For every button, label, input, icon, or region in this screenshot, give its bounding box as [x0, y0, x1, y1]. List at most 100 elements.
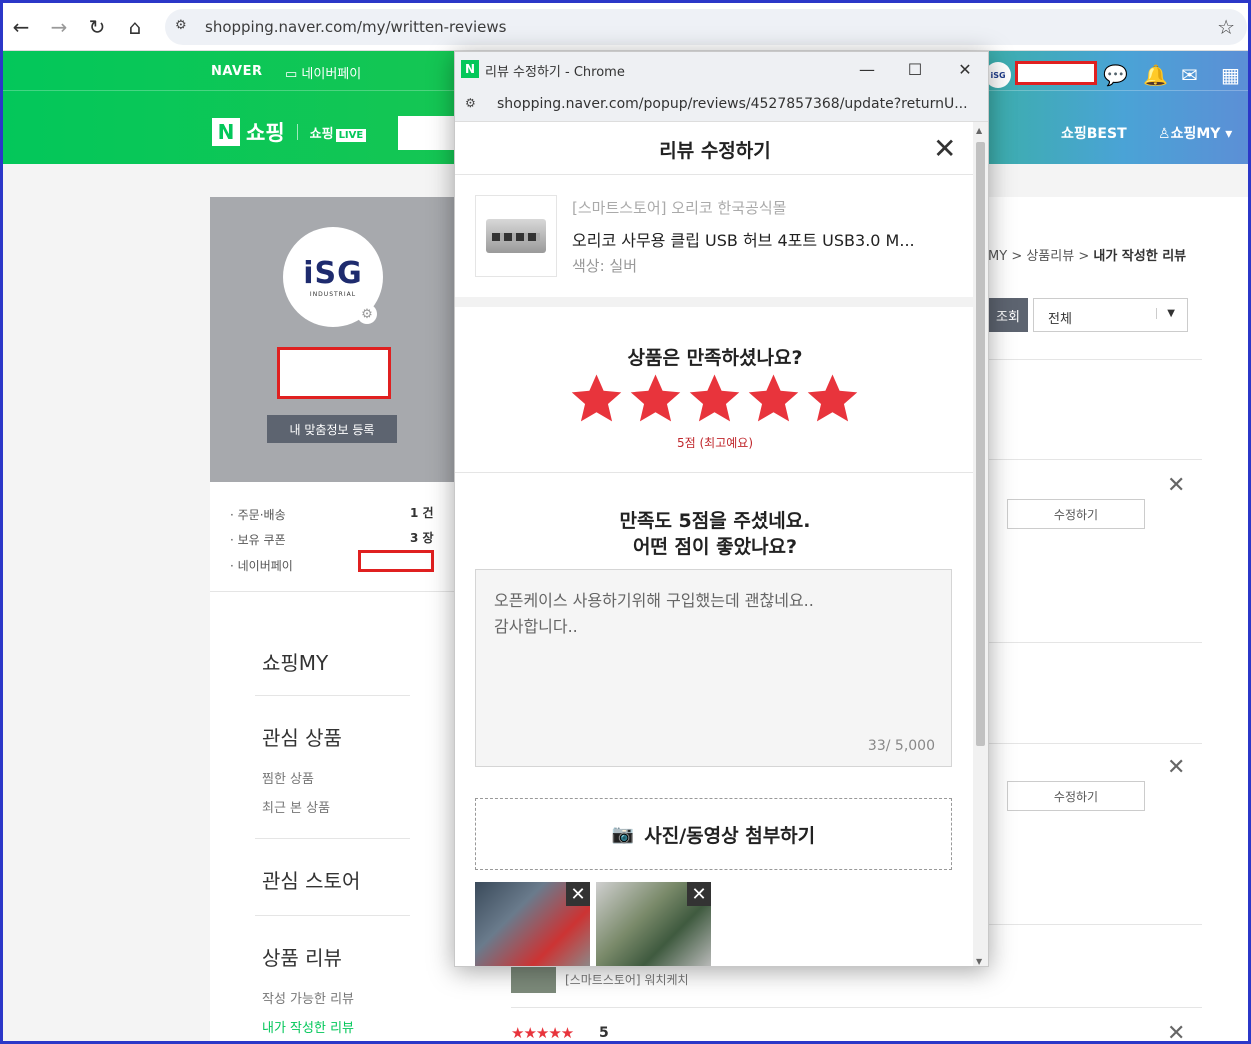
- redacted-npay-value: [358, 550, 434, 572]
- edit-review-button[interactable]: 수정하기: [1007, 781, 1145, 811]
- divider: [988, 743, 1202, 744]
- breadcrumb-reviews[interactable]: 상품리뷰: [1026, 249, 1074, 264]
- menu-recent-products[interactable]: 최근 본 상품: [262, 797, 330, 816]
- npay-label: 네이버페이: [301, 67, 362, 82]
- attach-media-button[interactable]: 📷 사진/동영상 첨부하기: [475, 798, 952, 870]
- review-store-name[interactable]: [스마트스토어] 워치케치: [565, 971, 689, 988]
- scroll-up-icon[interactable]: ▲: [976, 126, 982, 135]
- n-logo-icon: N: [212, 118, 240, 146]
- menu-divider: [255, 915, 410, 916]
- filter-select[interactable]: 전체 ▼: [1033, 298, 1188, 332]
- home-icon[interactable]: ⌂: [121, 13, 149, 41]
- npay-link[interactable]: ▭ 네이버페이: [285, 63, 361, 82]
- menu-written-reviews[interactable]: 내가 작성한 리뷰: [262, 1017, 354, 1036]
- review-header: 리뷰 수정하기 ✕: [455, 122, 975, 175]
- search-input[interactable]: [398, 116, 458, 150]
- shopping-best-link[interactable]: 쇼핑BEST: [1061, 123, 1127, 143]
- review-text[interactable]: 오픈케이스 사용하기위해 구입했는데 괜찮네요.. 감사합니다..: [494, 588, 814, 640]
- stat-orders-label[interactable]: · 주문·배송: [230, 506, 286, 523]
- breadcrumb-my[interactable]: MY: [988, 249, 1007, 264]
- settings-gear-icon[interactable]: ⚙: [357, 304, 377, 324]
- minimize-icon[interactable]: —: [855, 57, 879, 81]
- stat-coupons-value[interactable]: 3 장: [410, 529, 434, 546]
- url-text[interactable]: shopping.naver.com/my/written-reviews: [205, 18, 506, 36]
- chat-icon[interactable]: 💬: [1103, 63, 1128, 87]
- shopping-my-link[interactable]: ♙쇼핑MY ▾: [1158, 123, 1232, 143]
- popup-scrollbar[interactable]: ▲ ▼: [973, 122, 988, 966]
- chevron-right-icon: >: [1078, 249, 1094, 264]
- reload-icon[interactable]: ↻: [83, 13, 111, 41]
- star-icon[interactable]: [628, 371, 683, 426]
- score-text: 5점 (최고예요): [676, 436, 753, 450]
- remove-photo-icon[interactable]: ✕: [687, 882, 711, 906]
- delete-review-icon[interactable]: ✕: [1167, 1021, 1185, 1041]
- inquire-button[interactable]: 조회: [988, 298, 1028, 332]
- site-info-icon[interactable]: ⚙: [175, 18, 193, 36]
- maximize-icon[interactable]: ☐: [903, 57, 927, 81]
- review-thumbnail[interactable]: [511, 965, 556, 993]
- delete-review-icon[interactable]: ✕: [1167, 473, 1185, 498]
- star-icon[interactable]: [805, 371, 860, 426]
- scrollbar-thumb[interactable]: [976, 142, 985, 746]
- divider: [988, 459, 1202, 460]
- menu-writable-reviews[interactable]: 작성 가능한 리뷰: [262, 988, 354, 1007]
- product-thumbnail: [475, 195, 557, 277]
- breadcrumb: MY > 상품리뷰 > 내가 작성한 리뷰: [988, 245, 1186, 264]
- star-rating[interactable]: [569, 371, 860, 426]
- delete-review-icon[interactable]: ✕: [1167, 755, 1185, 780]
- mail-icon[interactable]: ✉: [1181, 63, 1198, 87]
- review-text-line1: 오픈케이스 사용하기위해 구입했는데 괜찮네요..: [494, 591, 814, 610]
- sidebar-menu: 쇼핑MY 관심 상품 찜한 상품 최근 본 상품 관심 스토어 상품 리뷰 작성…: [210, 592, 455, 1041]
- shopping-logo[interactable]: N 쇼핑 쇼핑 LIVE: [212, 118, 367, 146]
- shopping-live-link[interactable]: 쇼핑 LIVE: [310, 123, 367, 142]
- bookmark-star-icon[interactable]: ☆: [1217, 15, 1235, 39]
- back-icon[interactable]: ←: [7, 13, 35, 41]
- site-info-icon[interactable]: ⚙: [465, 96, 476, 110]
- scroll-down-icon[interactable]: ▼: [976, 957, 982, 966]
- menu-divider: [255, 695, 410, 696]
- close-icon[interactable]: ✕: [933, 132, 956, 165]
- menu-shopping-my[interactable]: 쇼핑MY: [262, 647, 328, 676]
- star-icon[interactable]: [569, 371, 624, 426]
- divider: [511, 1007, 1202, 1008]
- apps-grid-icon[interactable]: ▦: [1221, 63, 1240, 87]
- shopping-text: 쇼핑: [246, 121, 285, 145]
- product-option: 색상: 실버: [572, 257, 638, 275]
- menu-product-review[interactable]: 상품 리뷰: [262, 942, 342, 971]
- edit-review-button[interactable]: 수정하기: [1007, 499, 1145, 529]
- popup-url-text[interactable]: shopping.naver.com/popup/reviews/4527857…: [497, 96, 968, 112]
- stat-npay-label[interactable]: · 네이버페이: [230, 557, 293, 574]
- close-window-icon[interactable]: ✕: [953, 57, 977, 81]
- profile-card: iSG INDUSTRIAL ⚙ 내 맞춤정보 등록: [210, 197, 455, 482]
- forward-icon[interactable]: →: [45, 13, 73, 41]
- char-max: / 5,000: [885, 738, 935, 754]
- redacted-username: [1015, 61, 1097, 85]
- review-textarea[interactable]: 오픈케이스 사용하기위해 구입했는데 괜찮네요.. 감사합니다.. 33/ 5,…: [475, 569, 952, 767]
- popup-body: 리뷰 수정하기 ✕ [스마트스토어] 오리코 한국공식몰 오리코 사무용 클립 …: [455, 122, 975, 966]
- review-heading: 리뷰 수정하기: [659, 140, 771, 162]
- stat-orders-value[interactable]: 1 건: [410, 504, 434, 521]
- shopping-live-text: 쇼핑: [309, 126, 334, 142]
- star-icon[interactable]: [746, 371, 801, 426]
- popup-titlebar[interactable]: N 리뷰 수정하기 - Chrome — ☐ ✕: [455, 52, 988, 86]
- address-bar[interactable]: ⚙ shopping.naver.com/my/written-reviews …: [165, 9, 1247, 45]
- star-icon[interactable]: [687, 371, 742, 426]
- stat-coupons-label[interactable]: · 보유 쿠폰: [230, 531, 286, 548]
- live-badge: LIVE: [335, 128, 367, 142]
- product-store: [스마트스토어] 오리코 한국공식몰: [572, 199, 787, 217]
- divider: [296, 124, 298, 140]
- bell-icon[interactable]: 🔔: [1143, 63, 1168, 87]
- naver-logo[interactable]: NAVER: [211, 64, 263, 79]
- remove-photo-icon[interactable]: ✕: [566, 882, 590, 906]
- menu-interest-products[interactable]: 관심 상품: [262, 722, 342, 751]
- comment-question: 만족도 5점을 주셨네요. 어떤 점이 좋았나요?: [455, 508, 975, 560]
- review-text-line2: 감사합니다..: [494, 617, 578, 636]
- attached-photo-1[interactable]: ✕: [475, 882, 590, 966]
- menu-wished-products[interactable]: 찜한 상품: [262, 768, 314, 787]
- attached-photo-2[interactable]: ✕: [596, 882, 711, 966]
- custom-info-button[interactable]: 내 맞춤정보 등록: [267, 415, 397, 443]
- rating-score: 5: [599, 1025, 609, 1041]
- popup-address-bar[interactable]: ⚙ shopping.naver.com/popup/reviews/45278…: [455, 86, 988, 122]
- chevron-right-icon: >: [1011, 249, 1027, 264]
- menu-interest-store[interactable]: 관심 스토어: [262, 865, 360, 894]
